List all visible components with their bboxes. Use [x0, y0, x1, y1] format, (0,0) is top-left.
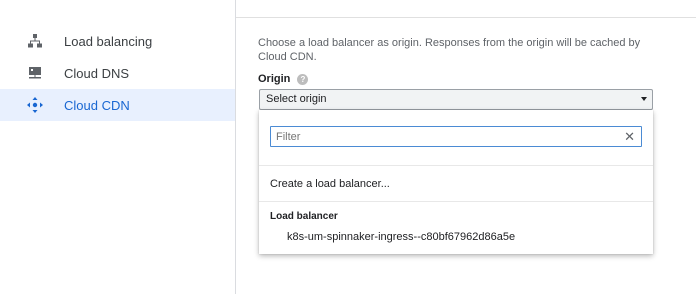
menu-divider	[259, 201, 653, 202]
filter-box: ✕	[270, 126, 642, 147]
create-load-balancer-item[interactable]: Create a load balancer...	[270, 178, 390, 190]
origin-label-text: Origin	[258, 73, 291, 85]
sidebar-item-label: Cloud DNS	[64, 65, 130, 81]
origin-field-label: Origin ?	[258, 73, 309, 85]
clear-icon[interactable]: ✕	[624, 129, 635, 144]
sidebar-item-label: Load balancing	[64, 33, 153, 49]
menu-group-header: Load balancer	[270, 211, 338, 222]
filter-input[interactable]	[276, 129, 616, 144]
sidebar: Load balancing Cloud DNS Cloud CDN	[0, 0, 236, 294]
dns-server-icon	[27, 65, 43, 81]
origin-description: Choose a load balancer as origin. Respon…	[258, 37, 641, 63]
sidebar-item-load-balancing[interactable]: Load balancing	[0, 25, 235, 57]
origin-dropdown-menu: ✕ Create a load balancer... Load balance…	[259, 110, 653, 254]
caret-down-icon	[641, 97, 647, 101]
menu-divider	[259, 165, 653, 166]
origin-select-value: Select origin	[266, 93, 327, 105]
network-tree-icon	[27, 33, 43, 49]
cdn-arrows-icon	[27, 97, 43, 113]
origin-select[interactable]: Select origin	[259, 89, 653, 110]
sidebar-item-label: Cloud CDN	[64, 97, 130, 113]
sidebar-item-cloud-dns[interactable]: Cloud DNS	[0, 57, 235, 89]
load-balancer-option[interactable]: k8s-um-spinnaker-ingress--c80bf67962d86a…	[287, 231, 515, 243]
sidebar-item-cloud-cdn[interactable]: Cloud CDN	[0, 89, 235, 121]
header-divider	[236, 17, 696, 18]
help-icon[interactable]: ?	[297, 73, 309, 85]
